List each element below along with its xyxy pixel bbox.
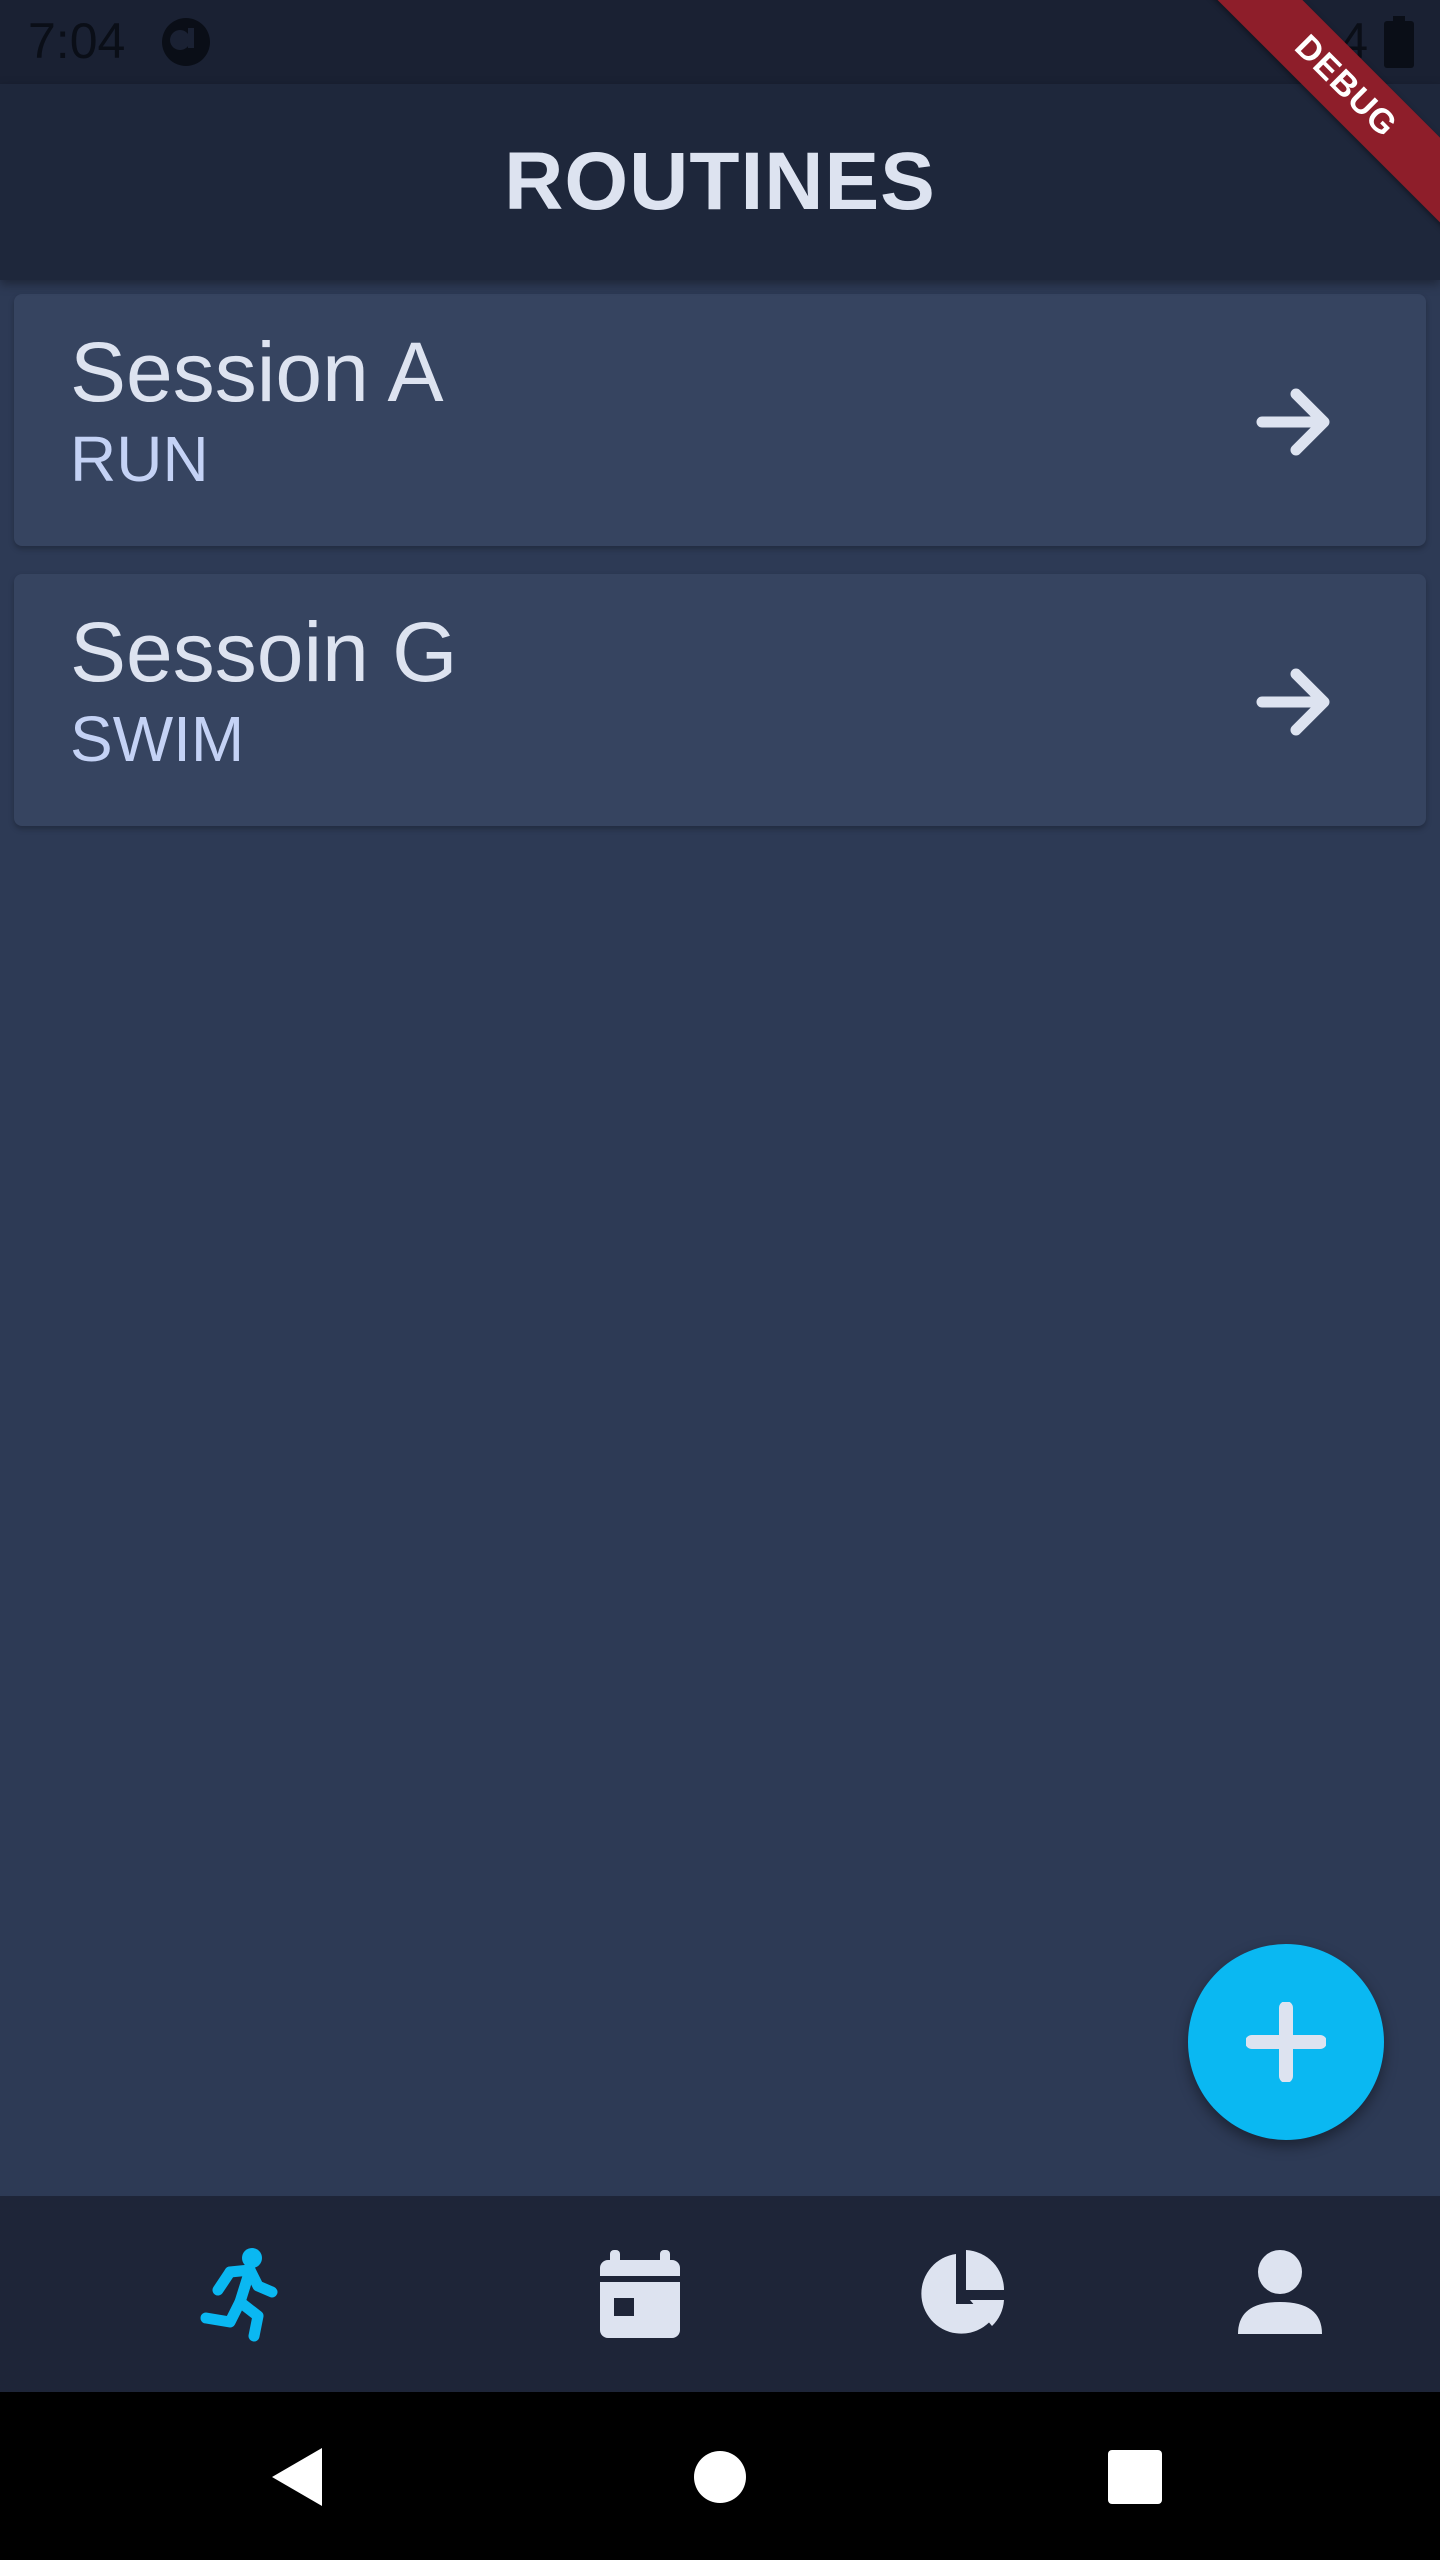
- back-icon: [272, 2448, 322, 2506]
- status-bar: 7:04 4: [0, 0, 1440, 84]
- routine-type: SWIM: [70, 703, 245, 775]
- nav-item-routines[interactable]: [140, 2196, 340, 2392]
- plus-icon: [1246, 2002, 1326, 2082]
- status-time: 7:04: [28, 13, 126, 69]
- system-nav-bar: [0, 2392, 1440, 2560]
- profile-icon: [1238, 2250, 1322, 2334]
- routine-title: Sessoin G: [70, 605, 458, 699]
- page-title: ROUTINES: [504, 136, 936, 227]
- routine-list: Session A RUN Sessoin G SWIM: [14, 294, 1426, 854]
- routine-title: Session A: [70, 325, 444, 419]
- add-routine-button[interactable]: [1188, 1944, 1384, 2140]
- pie-chart-icon: [921, 2250, 1004, 2334]
- bottom-nav: [0, 2196, 1440, 2392]
- home-button[interactable]: [675, 2432, 765, 2522]
- nav-item-profile[interactable]: [1180, 2196, 1380, 2392]
- recents-icon: [1108, 2450, 1162, 2504]
- battery-icon: [1384, 16, 1414, 68]
- recents-button[interactable]: [1090, 2432, 1180, 2522]
- nav-item-calendar[interactable]: [540, 2196, 740, 2392]
- app-notification-icon: [162, 18, 210, 66]
- arrow-right-icon[interactable]: [1256, 662, 1336, 742]
- app-bar: ROUTINES: [0, 84, 1440, 280]
- back-button[interactable]: [254, 2432, 344, 2522]
- routine-card[interactable]: Sessoin G SWIM: [14, 574, 1426, 826]
- arrow-right-icon[interactable]: [1256, 382, 1336, 462]
- nav-item-statistics[interactable]: [862, 2196, 1062, 2392]
- running-icon: [200, 2248, 278, 2342]
- routine-type: RUN: [70, 423, 209, 495]
- home-icon: [694, 2451, 746, 2503]
- routine-card[interactable]: Session A RUN: [14, 294, 1426, 546]
- calendar-icon: [600, 2250, 680, 2338]
- screen: 7:04 4 DEBUG ROUTINES Session A RUN Sess…: [0, 0, 1440, 2560]
